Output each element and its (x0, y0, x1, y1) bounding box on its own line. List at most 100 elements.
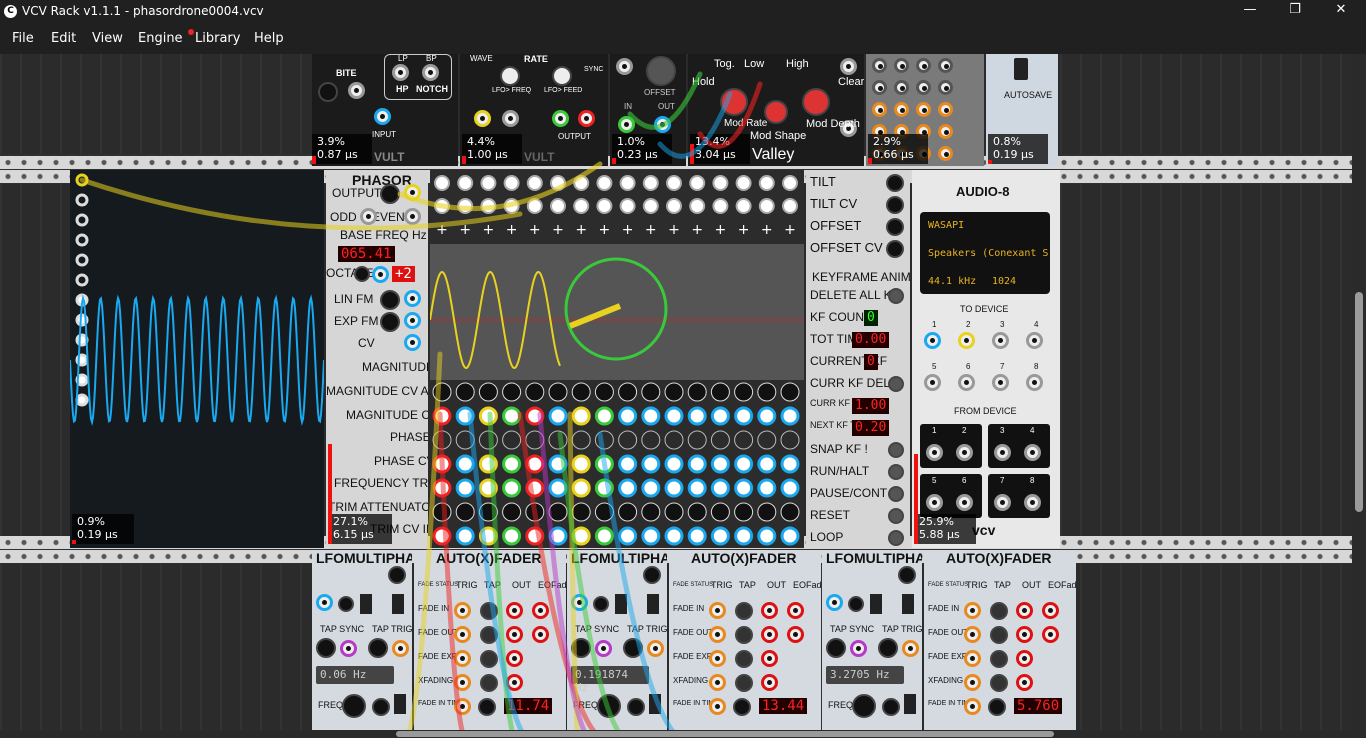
array-jack[interactable] (666, 198, 682, 214)
tap-sync-button[interactable] (316, 638, 336, 658)
array-jack[interactable] (641, 406, 661, 426)
output-jack[interactable] (404, 184, 421, 201)
morph-switch[interactable] (360, 594, 372, 614)
array-knob[interactable] (710, 382, 730, 402)
input-jack[interactable] (374, 108, 391, 125)
lfo-knob[interactable] (898, 566, 916, 584)
array-button[interactable] (710, 430, 730, 450)
menu-file[interactable]: File (12, 31, 34, 46)
tap-button[interactable] (990, 626, 1008, 644)
array-jack[interactable] (550, 175, 566, 191)
out-jack[interactable] (506, 674, 523, 691)
array-jack[interactable] (526, 175, 543, 191)
eofade-jack[interactable] (787, 626, 804, 643)
matrix-jack[interactable] (894, 58, 909, 73)
scope-jack[interactable] (75, 273, 89, 287)
matrix-jack[interactable] (916, 80, 931, 95)
lfo-multiphase-module[interactable]: LFOMULTIPHASE TAP SYNC TAP TRIG 0.06 Hz FREQ (312, 550, 412, 738)
mod-shape-knob[interactable] (764, 100, 788, 124)
array-jack[interactable] (432, 526, 452, 546)
menu-edit[interactable]: Edit (51, 31, 76, 46)
matrix-jack[interactable] (938, 146, 953, 161)
tap-button[interactable] (480, 650, 498, 668)
from-device-jack[interactable] (956, 444, 973, 461)
array-knob[interactable] (478, 382, 498, 402)
auto-x-fader-module[interactable]: AUTO(X)FADER TRIG TAP OUT EOFade FADE STATUS F… (669, 550, 821, 738)
array-jack[interactable] (735, 175, 752, 191)
from-device-jack[interactable] (1024, 444, 1041, 461)
close-icon[interactable]: ✕ (1329, 2, 1353, 20)
to-device-jack[interactable] (924, 332, 941, 349)
tap-trig-button[interactable] (623, 638, 643, 658)
to-device-jack[interactable] (924, 374, 941, 391)
rack-area[interactable]: BITE LP BP HP NOTCH INPUT VULT 3.9% 0.87 … (0, 54, 1352, 738)
out-jack[interactable] (761, 626, 778, 643)
scope-jack[interactable] (75, 233, 89, 247)
array-jack[interactable] (712, 175, 729, 191)
scope-jack[interactable] (75, 253, 89, 267)
vertical-scroll-thumb[interactable] (1355, 292, 1363, 512)
array-jack[interactable] (619, 198, 636, 214)
menu-view[interactable]: View (92, 31, 123, 46)
array-jack[interactable] (548, 454, 568, 474)
trig-jack[interactable] (964, 650, 981, 667)
array-jack[interactable] (571, 406, 591, 426)
minimize-icon[interactable]: — (1238, 2, 1262, 20)
audio-block-size[interactable]: 1024 (992, 276, 1016, 287)
array-jack[interactable] (734, 526, 754, 546)
from-device-jack[interactable] (926, 494, 943, 511)
array-jack[interactable] (710, 406, 730, 426)
tap-sync-jack[interactable] (340, 640, 357, 657)
array-button[interactable] (664, 430, 684, 450)
cv-knob[interactable] (848, 596, 864, 612)
bite-jack[interactable] (348, 82, 365, 99)
menu-engine[interactable]: Engine (138, 31, 183, 46)
from-device-jack[interactable] (994, 494, 1011, 511)
array-jack[interactable] (571, 478, 591, 498)
exp-fm-knob[interactable] (380, 312, 400, 332)
array-button[interactable] (502, 430, 522, 450)
array-jack[interactable] (710, 526, 730, 546)
fade-time-knob[interactable] (478, 698, 496, 716)
in-jack[interactable] (618, 116, 635, 133)
exp-fm-jack[interactable] (404, 312, 421, 329)
array-button[interactable] (641, 430, 661, 450)
trig-jack[interactable] (964, 674, 981, 691)
audio-driver[interactable]: WASAPI (928, 220, 964, 231)
tap-button[interactable] (735, 626, 753, 644)
array-button[interactable] (757, 430, 777, 450)
array-knob[interactable] (618, 502, 638, 522)
array-jack[interactable] (641, 478, 661, 498)
array-knob[interactable] (502, 382, 522, 402)
to-device-jack[interactable] (958, 374, 975, 391)
array-knob[interactable] (780, 382, 800, 402)
array-jack[interactable] (687, 478, 707, 498)
array-knob[interactable] (664, 502, 684, 522)
array-button[interactable] (478, 430, 498, 450)
auto-x-fader-module[interactable]: AUTO(X)FADER TRIG TAP OUT EOFade FADE STATUS F… (414, 550, 566, 738)
tap-button[interactable] (480, 602, 498, 620)
to-device-jack[interactable] (1026, 332, 1043, 349)
array-jack[interactable] (571, 454, 591, 474)
tap-button[interactable] (735, 650, 753, 668)
fine-knob[interactable] (627, 698, 645, 716)
array-jack[interactable] (642, 175, 659, 191)
array-jack[interactable] (548, 478, 568, 498)
eofade-jack[interactable] (787, 602, 804, 619)
array-knob[interactable] (734, 502, 754, 522)
scope-jack[interactable] (75, 173, 89, 187)
trig-jack[interactable] (709, 650, 726, 667)
array-knob[interactable] (618, 382, 638, 402)
array-jack[interactable] (664, 406, 684, 426)
array-jack[interactable] (664, 478, 684, 498)
array-jack[interactable] (757, 454, 777, 474)
array-jack[interactable] (687, 406, 707, 426)
array-jack[interactable] (641, 526, 661, 546)
fine-knob[interactable] (372, 698, 390, 716)
bite-knob[interactable] (318, 82, 338, 102)
out-jack[interactable] (761, 650, 778, 667)
to-device-jack[interactable] (958, 332, 975, 349)
array-button[interactable] (548, 430, 568, 450)
freq-knob[interactable] (852, 694, 876, 718)
eofade-jack[interactable] (1042, 626, 1059, 643)
